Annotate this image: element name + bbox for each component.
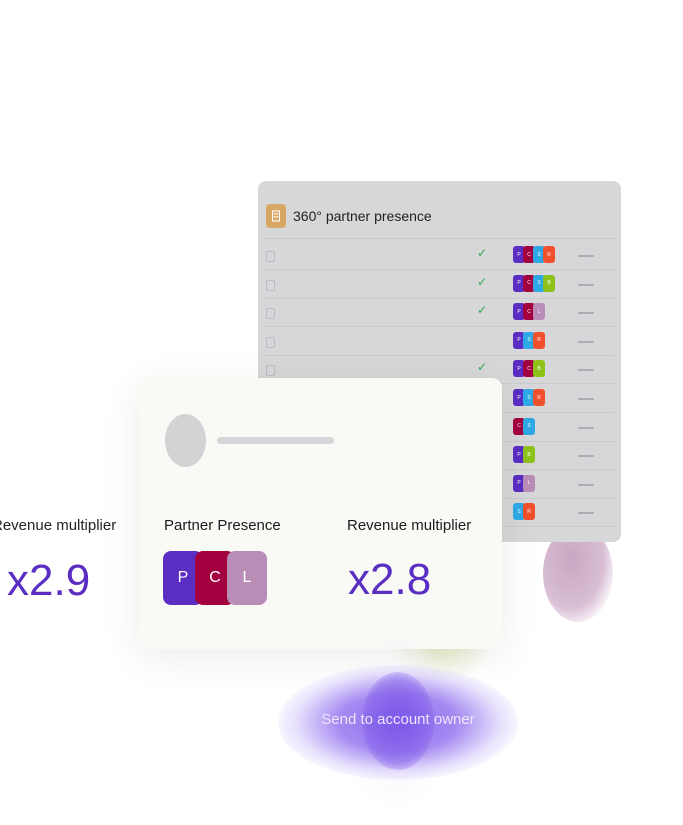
table-row[interactable]: ✓ P C S B — [264, 270, 615, 299]
row-dash — [578, 312, 594, 315]
row-checkbox[interactable] — [266, 336, 275, 348]
table-row[interactable]: ✓ P C S R — [264, 241, 615, 270]
partner-chip-group: PCSB — [513, 274, 555, 292]
row-checkbox[interactable] — [266, 279, 275, 291]
partner-chip: L — [533, 303, 545, 321]
avatar — [165, 414, 206, 467]
panel-title: 360° partner presence — [293, 208, 432, 224]
ghost-revenue-value: x2.9 — [7, 556, 91, 605]
partner-chip-group: PCL — [513, 303, 545, 321]
partner-chip-group: PCSR — [513, 246, 555, 263]
ghost-revenue-label: Revenue multiplier — [0, 517, 117, 534]
partner-chip-group: PCB — [513, 360, 545, 378]
row-checkbox[interactable] — [266, 308, 275, 320]
checkmark-icon: ✓ — [477, 274, 488, 289]
partner-chip-group: PL — [513, 474, 535, 492]
send-to-account-owner-button[interactable]: Send to account owner — [318, 711, 478, 728]
partner-chip: B — [543, 274, 555, 292]
panel-header: 360° partner presence — [266, 203, 432, 229]
row-dash — [578, 455, 594, 458]
checkmark-icon: ✓ — [477, 360, 488, 375]
row-checkbox[interactable] — [266, 365, 275, 377]
partner-chips: PCL — [163, 551, 267, 605]
row-dash — [578, 483, 594, 486]
partner-chip: S — [523, 417, 535, 435]
table-row[interactable]: ✓ P C L — [264, 298, 615, 328]
row-checkbox[interactable] — [266, 251, 275, 262]
partner-chip: B — [523, 446, 535, 464]
row-dash — [578, 340, 594, 343]
row-dash — [578, 369, 594, 372]
partner-chip: R — [543, 246, 555, 263]
table-row[interactable]: PSR — [264, 327, 615, 356]
partner-chip: R — [533, 389, 545, 406]
partner-chip: R — [533, 331, 545, 349]
partner-chip-group: PSR — [513, 331, 545, 349]
row-dash — [578, 398, 594, 400]
building-icon — [266, 204, 286, 228]
divider — [264, 238, 615, 239]
partner-chip: R — [523, 503, 535, 521]
partner-chip: L — [523, 474, 535, 492]
partner-chip-group: PB — [513, 446, 535, 464]
partner-chip-group: CS — [513, 417, 535, 435]
row-dash — [578, 283, 594, 286]
account-card: Partner Presence PCL Revenue multiplier … — [139, 378, 502, 649]
partner-chip-group: PSR — [513, 389, 545, 406]
partner-chip: B — [533, 360, 545, 378]
partner-presence-label: Partner Presence — [164, 517, 281, 534]
row-dash — [578, 255, 594, 257]
name-placeholder — [217, 437, 334, 444]
partner-chip: L — [227, 551, 267, 605]
revenue-multiplier-label: Revenue multiplier — [347, 517, 472, 534]
checkmark-icon: ✓ — [477, 246, 488, 260]
row-dash — [578, 512, 594, 515]
revenue-multiplier-value: x2.8 — [348, 555, 432, 604]
checkmark-icon: ✓ — [477, 303, 488, 318]
partner-chip-group: SR — [513, 503, 535, 521]
row-dash — [578, 426, 594, 429]
